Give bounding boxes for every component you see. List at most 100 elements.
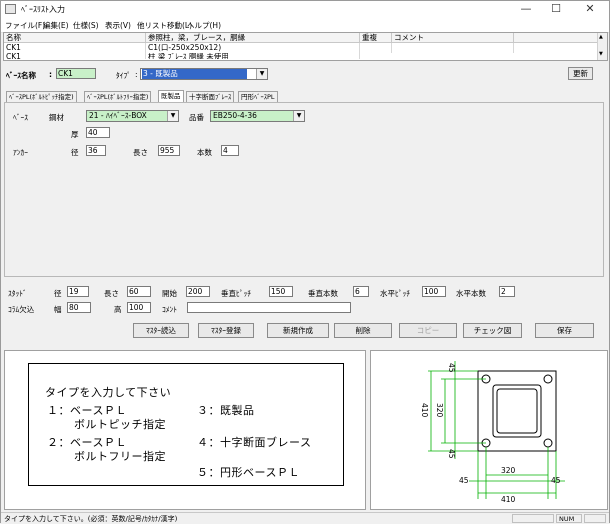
type-select[interactable]: 3 - 既製品 ▼ — [140, 68, 268, 80]
product-select[interactable]: EB250-4-36 ▼ — [210, 110, 305, 122]
column-header-comment[interactable]: コメント — [392, 33, 514, 43]
steel-select-value: 21 - ﾊｲﾍﾞｰｽ-BOX — [89, 111, 147, 120]
window-title: ﾍﾞｰｽﾘｽﾄ入力 — [21, 5, 65, 14]
anchor-diameter-label: 径 — [71, 148, 79, 157]
menu-view[interactable]: 表示(V) — [105, 20, 131, 31]
tab-cross-brace[interactable]: 十字断面ﾌﾞﾚｰｽ — [186, 91, 235, 102]
stud-diameter-input[interactable]: 19 — [67, 286, 89, 297]
tab-base-pl-bolt-free[interactable]: ﾍﾞｰｽPL(ﾎﾞﾙﾄﾌﾘｰ指定) — [84, 91, 152, 102]
dim-bottom-total: 410 — [501, 495, 516, 504]
status-panel — [584, 514, 606, 523]
column-header-name[interactable]: 名称 — [4, 33, 146, 43]
column-header-blank — [514, 33, 599, 43]
menu-edit[interactable]: 編集(E) — [43, 20, 69, 31]
column-cut-width-input[interactable]: 80 — [67, 302, 91, 313]
column-header-duplicate[interactable]: 重複 — [360, 33, 392, 43]
new-button[interactable]: 新規作成 — [267, 323, 329, 338]
list-cell-reference[interactable]: 柱 梁 ﾌﾞﾚｰｽ 胴縁 未使用 — [146, 53, 360, 59]
stud-hcount-input[interactable]: 2 — [499, 286, 515, 297]
dim-top-b: 45 — [447, 449, 456, 459]
status-bar: タイプを入力して下さい。(必須：英数/記号/ｶﾀｶﾅ/漢字) NUM — [1, 512, 609, 524]
instruction-box: タイプを入力して下さい １：ベースＰＬ ボルトピッチ指定 ２：ベースＰＬ ボルト… — [28, 363, 344, 486]
list-cell-duplicate[interactable] — [360, 43, 392, 53]
menu-other-list[interactable]: 他リスト移動(L) — [137, 20, 192, 31]
master-load-button[interactable]: ﾏｽﾀｰ読込 — [133, 323, 189, 338]
menu-file[interactable]: ファイル(F) — [5, 20, 45, 31]
instruction-panel: タイプを入力して下さい １：ベースＰＬ ボルトピッチ指定 ２：ベースＰＬ ボルト… — [4, 350, 366, 510]
anchor-count-label: 本数 — [197, 148, 212, 157]
column-cut-width-label: 幅 — [54, 305, 62, 314]
stud-length-label: 長さ — [104, 289, 119, 298]
maximize-button[interactable]: ☐ — [541, 1, 571, 18]
comment-input[interactable] — [187, 302, 351, 313]
stud-length-input[interactable]: 60 — [127, 286, 151, 297]
scroll-down-icon[interactable]: ▼ — [599, 51, 603, 57]
update-button[interactable]: 更新 — [568, 67, 593, 80]
anchor-hole — [543, 374, 553, 384]
app-icon — [5, 4, 16, 14]
stud-start-input[interactable]: 200 — [186, 286, 210, 297]
thickness-input[interactable]: 40 — [86, 127, 110, 138]
steel-select[interactable]: 21 - ﾊｲﾍﾞｰｽ-BOX ▼ — [86, 110, 179, 122]
instruction-option-3: ３：既製品 — [197, 404, 255, 417]
base-name-input[interactable]: CK1 — [56, 68, 96, 79]
stud-vpitch-input[interactable]: 150 — [269, 286, 293, 297]
column-cut-label: ｺﾗﾑ欠込 — [8, 305, 35, 314]
list-scrollbar[interactable]: ▲ ▼ — [597, 33, 607, 60]
app-window: ﾍﾞｰｽﾘｽﾄ入力 — ☐ ✕ ファイル(F) 編集(E) 仕様(S) 表示(V… — [0, 0, 610, 524]
instruction-option-5: ５：円形ベースＰＬ — [197, 466, 300, 479]
stud-start-label: 開始 — [162, 289, 177, 298]
save-button[interactable]: 保存 — [535, 323, 594, 338]
stud-hpitch-input[interactable]: 100 — [422, 286, 446, 297]
base-list-grid[interactable]: 名称 参照柱，梁，ブレース，胴縁 重複 コメント CK1 C1(口-250x25… — [3, 32, 608, 61]
list-cell-reference[interactable]: C1(口-250x250x12) — [146, 43, 360, 53]
delete-button[interactable]: 削除 — [334, 323, 392, 338]
status-panel — [512, 514, 554, 523]
instruction-option-1-detail: ボルトピッチ指定 — [74, 418, 166, 431]
column-cut-height-input[interactable]: 100 — [127, 302, 151, 313]
copy-button[interactable]: コピー — [399, 323, 457, 338]
stud-vpitch-label: 垂直ﾋﾟｯﾁ — [221, 289, 251, 298]
tab-ready-made[interactable]: 既製品 — [158, 90, 184, 102]
master-register-button[interactable]: ﾏｽﾀｰ登録 — [198, 323, 254, 338]
anchor-length-input[interactable]: 955 — [158, 145, 180, 156]
list-cell-comment[interactable] — [392, 43, 514, 53]
menu-spec[interactable]: 仕様(S) — [73, 20, 99, 31]
chevron-down-icon[interactable]: ▼ — [167, 111, 178, 121]
comment-label: ｺﾒﾝﾄ — [162, 305, 177, 314]
dim-left-inner: 320 — [435, 403, 444, 418]
dim-top-a: 45 — [447, 363, 456, 373]
tab-base-pl-bolt-pitch[interactable]: ﾍﾞｰｽPL(ﾎﾞﾙﾄﾋﾟｯﾁ指定) — [6, 91, 77, 102]
product-label: 品番 — [189, 113, 204, 122]
menu-help[interactable]: ヘルプ(H) — [187, 20, 221, 31]
close-button[interactable]: ✕ — [575, 1, 605, 18]
tab-circular-base-pl[interactable]: 円形ﾍﾞｰｽPL — [238, 91, 278, 102]
column-header-reference[interactable]: 参照柱，梁，ブレース，胴縁 — [146, 33, 360, 43]
anchor-count-input[interactable]: 4 — [221, 145, 239, 156]
stud-diameter-label: 径 — [54, 289, 62, 298]
column-cut-height-label: 高 — [114, 305, 122, 314]
list-cell-name[interactable]: CK1 — [4, 53, 146, 59]
column-section-inner — [496, 388, 538, 434]
minimize-button[interactable]: — — [511, 1, 541, 18]
stud-vcount-input[interactable]: 6 — [353, 286, 369, 297]
base-name-label: ﾍﾞｰｽ名称 — [6, 71, 36, 80]
stud-hpitch-label: 水平ﾋﾟｯﾁ — [380, 289, 410, 298]
scroll-up-icon[interactable]: ▲ — [599, 34, 603, 40]
instruction-option-2-detail: ボルトフリー指定 — [74, 450, 166, 463]
chevron-down-icon[interactable]: ▼ — [293, 111, 304, 121]
drawing-panel: 45 45 410 320 320 45 45 410 — [370, 350, 608, 510]
anchor-diameter-input[interactable]: 36 — [86, 145, 106, 156]
anchor-section-label: ｱﾝｶｰ — [13, 148, 28, 157]
instruction-option-4: ４：十字断面ブレース — [197, 436, 312, 449]
anchor-length-label: 長さ — [133, 148, 148, 157]
check-diagram-button[interactable]: チェック図 — [463, 323, 522, 338]
dim-bottom-right: 45 — [551, 476, 561, 485]
list-cell-name[interactable]: CK1 — [4, 43, 146, 53]
thickness-label: 厚 — [71, 130, 79, 139]
dim-bottom-left: 45 — [459, 476, 469, 485]
anchor-hole — [543, 438, 553, 448]
chevron-down-icon[interactable]: ▼ — [256, 69, 267, 79]
base-section-label: ﾍﾞｰｽ — [13, 113, 28, 122]
steel-label: 鋼材 — [49, 113, 64, 122]
